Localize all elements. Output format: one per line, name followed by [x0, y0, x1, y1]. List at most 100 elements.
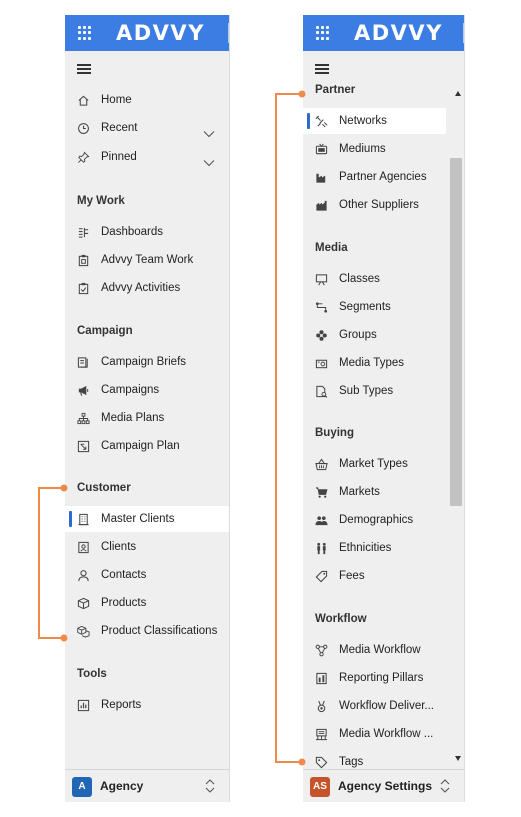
nav-media-plans[interactable]: Media Plans — [65, 405, 229, 431]
annotation-bracket-left — [38, 484, 68, 642]
section-partner: Partner — [315, 84, 356, 96]
hierarchy-icon — [77, 412, 90, 425]
area-avatar: A — [72, 777, 92, 797]
nav-networks[interactable]: Networks — [303, 108, 446, 134]
nav-partner-agencies[interactable]: Partner Agencies — [303, 164, 464, 190]
nav-fees[interactable]: Fees — [303, 563, 464, 589]
header-divider — [228, 23, 229, 43]
hamburger-menu-icon[interactable] — [315, 64, 329, 74]
nav-campaigns[interactable]: Campaigns — [65, 377, 229, 403]
nav-other-suppliers[interactable]: Other Suppliers — [303, 192, 464, 218]
contact-card-icon — [77, 541, 90, 554]
section-workflow: Workflow — [315, 613, 367, 625]
nav-dashboards[interactable]: Dashboards — [65, 219, 229, 245]
nav-ethnicities[interactable]: Ethnicities — [303, 535, 464, 561]
nav-media-workflow-settings[interactable]: Media Workflow ... — [303, 721, 464, 747]
camera-icon — [315, 357, 328, 370]
boxes-icon — [77, 625, 90, 638]
chevron-down-icon[interactable] — [203, 152, 215, 167]
nav-classes[interactable]: Classes — [303, 266, 464, 292]
scroll-up-arrow-icon[interactable] — [455, 91, 461, 96]
tag-icon — [315, 570, 328, 583]
nav-master-clients[interactable]: Master Clients — [65, 506, 229, 532]
area-switcher[interactable]: A Agency — [65, 769, 229, 802]
satellite-icon — [315, 115, 328, 128]
box-icon — [77, 597, 90, 610]
section-buying: Buying — [315, 427, 354, 439]
nav-media-types[interactable]: Media Types — [303, 350, 464, 376]
header-divider — [463, 23, 464, 43]
medal-icon — [315, 700, 328, 713]
plan-icon — [77, 440, 90, 453]
app-logo: ADVVY — [116, 21, 205, 45]
app-header: ADVVY — [303, 15, 464, 51]
nav-advvy-activities[interactable]: Advvy Activities — [65, 275, 229, 301]
people-icon — [315, 514, 328, 527]
cart-icon — [315, 486, 328, 499]
nav-product-classifications[interactable]: Product Classifications — [65, 618, 229, 644]
subtypes-icon — [315, 385, 328, 398]
hamburger-menu-icon[interactable] — [77, 64, 91, 74]
nav-reports[interactable]: Reports — [65, 692, 229, 718]
nav-sub-types[interactable]: Sub Types — [303, 378, 464, 404]
easel-icon — [315, 273, 328, 286]
nav-clients[interactable]: Clients — [65, 534, 229, 560]
app-launcher-icon[interactable] — [316, 26, 330, 40]
clock-icon — [77, 122, 90, 135]
nav-media-workflow[interactable]: Media Workflow — [303, 637, 464, 663]
section-campaign: Campaign — [77, 325, 133, 337]
area-switcher[interactable]: AS Agency Settings — [303, 769, 464, 802]
factory-icon — [315, 199, 328, 212]
workflow-grid-icon — [315, 728, 328, 741]
left-sitemap-panel: ADVVY Home Recent Pinned My Work Dashboa… — [65, 15, 230, 802]
area-avatar: AS — [310, 777, 330, 797]
nav-market-types[interactable]: Market Types — [303, 451, 464, 477]
pin-icon — [77, 151, 90, 164]
pillars-icon — [315, 672, 328, 685]
pair-icon — [315, 542, 328, 555]
nav-mediums[interactable]: Mediums — [303, 136, 464, 162]
area-label: Agency Settings — [338, 779, 433, 793]
nav-demographics[interactable]: Demographics — [303, 507, 464, 533]
area-label: Agency — [100, 779, 144, 793]
nav-products[interactable]: Products — [65, 590, 229, 616]
nav-advvy-team-work[interactable]: Advvy Team Work — [65, 247, 229, 273]
clipboard-check-icon — [77, 282, 90, 295]
section-customer: Customer — [77, 482, 131, 494]
annotation-bracket-right — [275, 90, 306, 766]
brief-icon — [77, 356, 90, 369]
building-icon — [77, 513, 90, 526]
chevron-down-icon[interactable] — [203, 123, 215, 138]
segments-icon — [315, 301, 328, 314]
dashboard-icon — [77, 226, 90, 239]
section-media: Media — [315, 242, 348, 254]
nav-segments[interactable]: Segments — [303, 294, 464, 320]
nav-campaign-plan[interactable]: Campaign Plan — [65, 433, 229, 459]
basket-icon — [315, 458, 328, 471]
nav-workflow-deliverables[interactable]: Workflow Deliver... — [303, 693, 464, 719]
clipboard-icon — [77, 254, 90, 267]
app-launcher-icon[interactable] — [78, 26, 92, 40]
nav-pinned[interactable]: Pinned — [65, 144, 229, 170]
nav-home[interactable]: Home — [65, 87, 229, 113]
nav-reporting-pillars[interactable]: Reporting Pillars — [303, 665, 464, 691]
nav-campaign-briefs[interactable]: Campaign Briefs — [65, 349, 229, 375]
nav-recent[interactable]: Recent — [65, 115, 229, 141]
nav-contacts[interactable]: Contacts — [65, 562, 229, 588]
person-icon — [77, 569, 90, 582]
report-icon — [77, 699, 90, 712]
nav-markets[interactable]: Markets — [303, 479, 464, 505]
right-sitemap-panel: ADVVY Partner Networks Mediums Partner A… — [303, 15, 465, 802]
app-header: ADVVY — [65, 15, 229, 51]
tag-icon — [315, 756, 328, 769]
home-icon — [77, 94, 90, 107]
tv-icon — [315, 143, 328, 156]
nav-groups[interactable]: Groups — [303, 322, 464, 348]
chevron-up-down-icon[interactable] — [440, 778, 450, 794]
app-logo: ADVVY — [354, 21, 443, 45]
workflow-icon — [315, 644, 328, 657]
section-tools: Tools — [77, 668, 107, 680]
section-my-work: My Work — [77, 195, 125, 207]
flower-icon — [315, 329, 328, 342]
chevron-up-down-icon[interactable] — [205, 778, 215, 794]
